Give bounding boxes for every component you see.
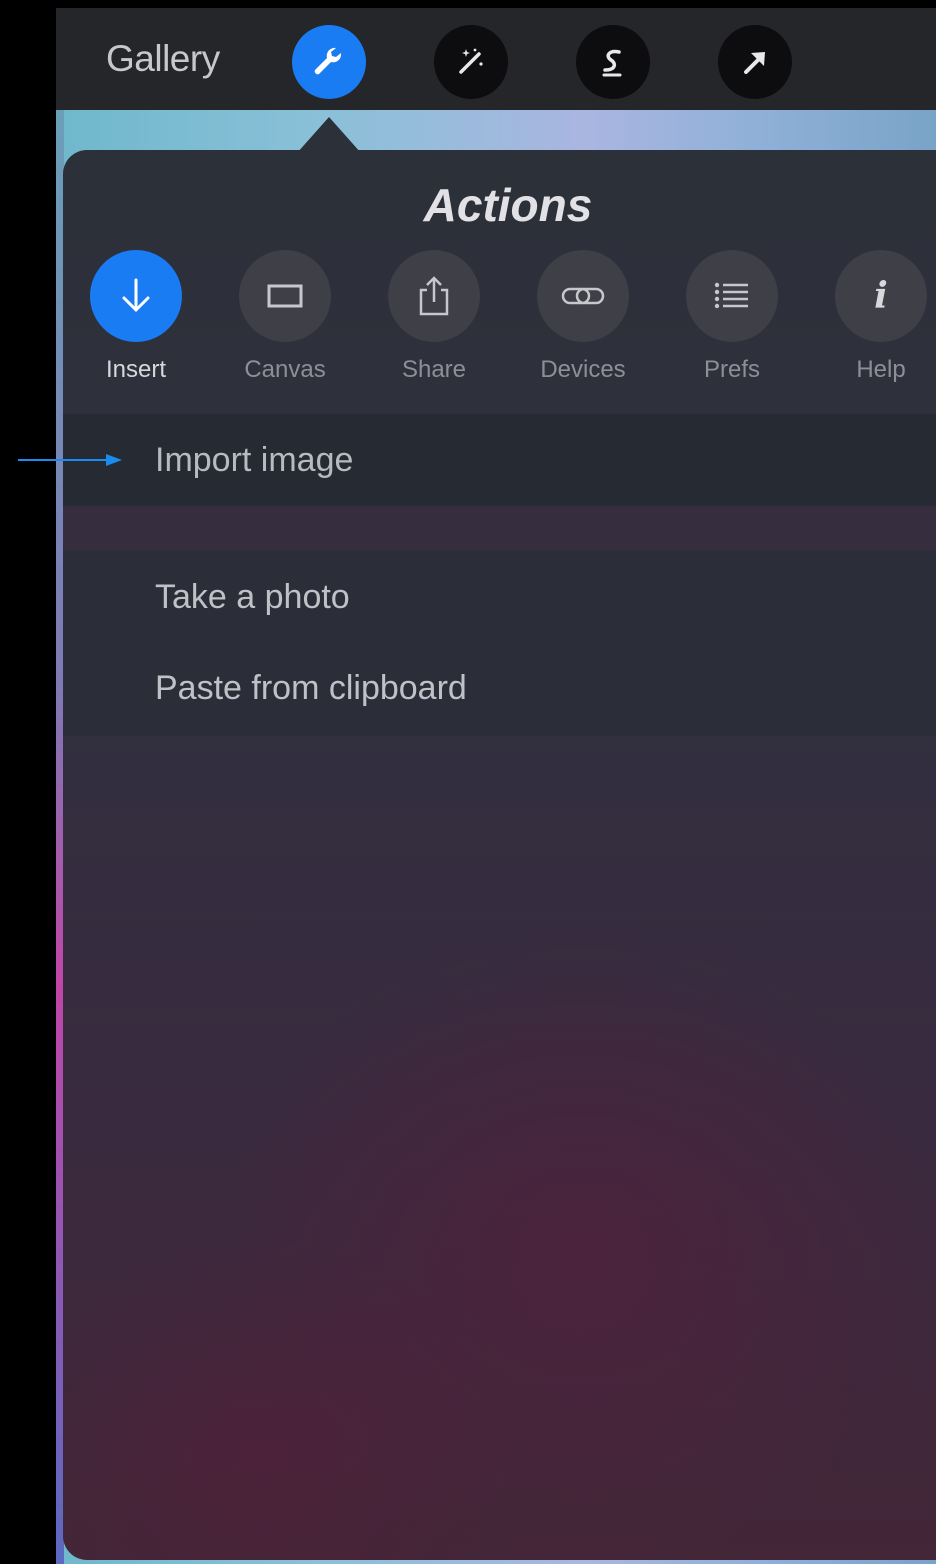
category-help[interactable]: i Help: [826, 250, 936, 384]
category-canvas-circle: [239, 250, 331, 342]
canvas-rectangle-icon: [267, 284, 303, 308]
info-icon: i: [874, 275, 888, 317]
category-label: Insert: [105, 356, 167, 383]
transform-tool-button[interactable]: [718, 25, 792, 99]
category-label: Prefs: [703, 356, 760, 383]
share-icon: [419, 276, 449, 316]
category-prefs-circle: [686, 250, 778, 342]
annotation-arrow-icon: [18, 454, 122, 466]
top-toolbar: Gallery: [56, 8, 936, 110]
category-label: Devices: [540, 356, 626, 383]
category-help-circle: i: [835, 250, 927, 342]
wrench-icon: [314, 47, 342, 75]
menu-item-paste-clipboard[interactable]: Paste from clipboard: [63, 642, 936, 734]
insert-arrow-down-icon: [122, 278, 150, 312]
menu-item-take-photo[interactable]: Take a photo: [63, 550, 936, 642]
category-label: Help: [856, 356, 906, 383]
transform-arrow-icon: [744, 52, 765, 74]
panel-title: Actions: [423, 179, 593, 231]
actions-tool-button[interactable]: [292, 25, 366, 99]
category-label: Canvas: [244, 356, 326, 383]
magic-wand-icon: [459, 48, 483, 74]
gallery-button[interactable]: Gallery: [106, 38, 220, 80]
category-devices-circle: [537, 250, 629, 342]
actions-panel: Actions Insert Canvas Share Devices Pref…: [63, 150, 936, 1560]
selection-icon: [602, 49, 622, 77]
category-prefs[interactable]: Prefs: [677, 250, 787, 384]
popover-pointer: [297, 117, 361, 153]
category-share[interactable]: Share: [379, 250, 489, 384]
category-insert-circle: [90, 250, 182, 342]
category-label: Share: [401, 356, 467, 383]
category-canvas[interactable]: Canvas: [230, 250, 340, 384]
link-icon: [561, 287, 605, 305]
category-share-circle: [388, 250, 480, 342]
menu-item-import-image[interactable]: Import image: [63, 414, 936, 506]
category-devices[interactable]: Devices: [528, 250, 638, 384]
category-insert[interactable]: Insert: [81, 250, 191, 384]
list-icon: [714, 282, 748, 309]
menu-separator: [63, 506, 936, 550]
adjustments-tool-button[interactable]: [434, 25, 508, 99]
selection-tool-button[interactable]: [576, 25, 650, 99]
